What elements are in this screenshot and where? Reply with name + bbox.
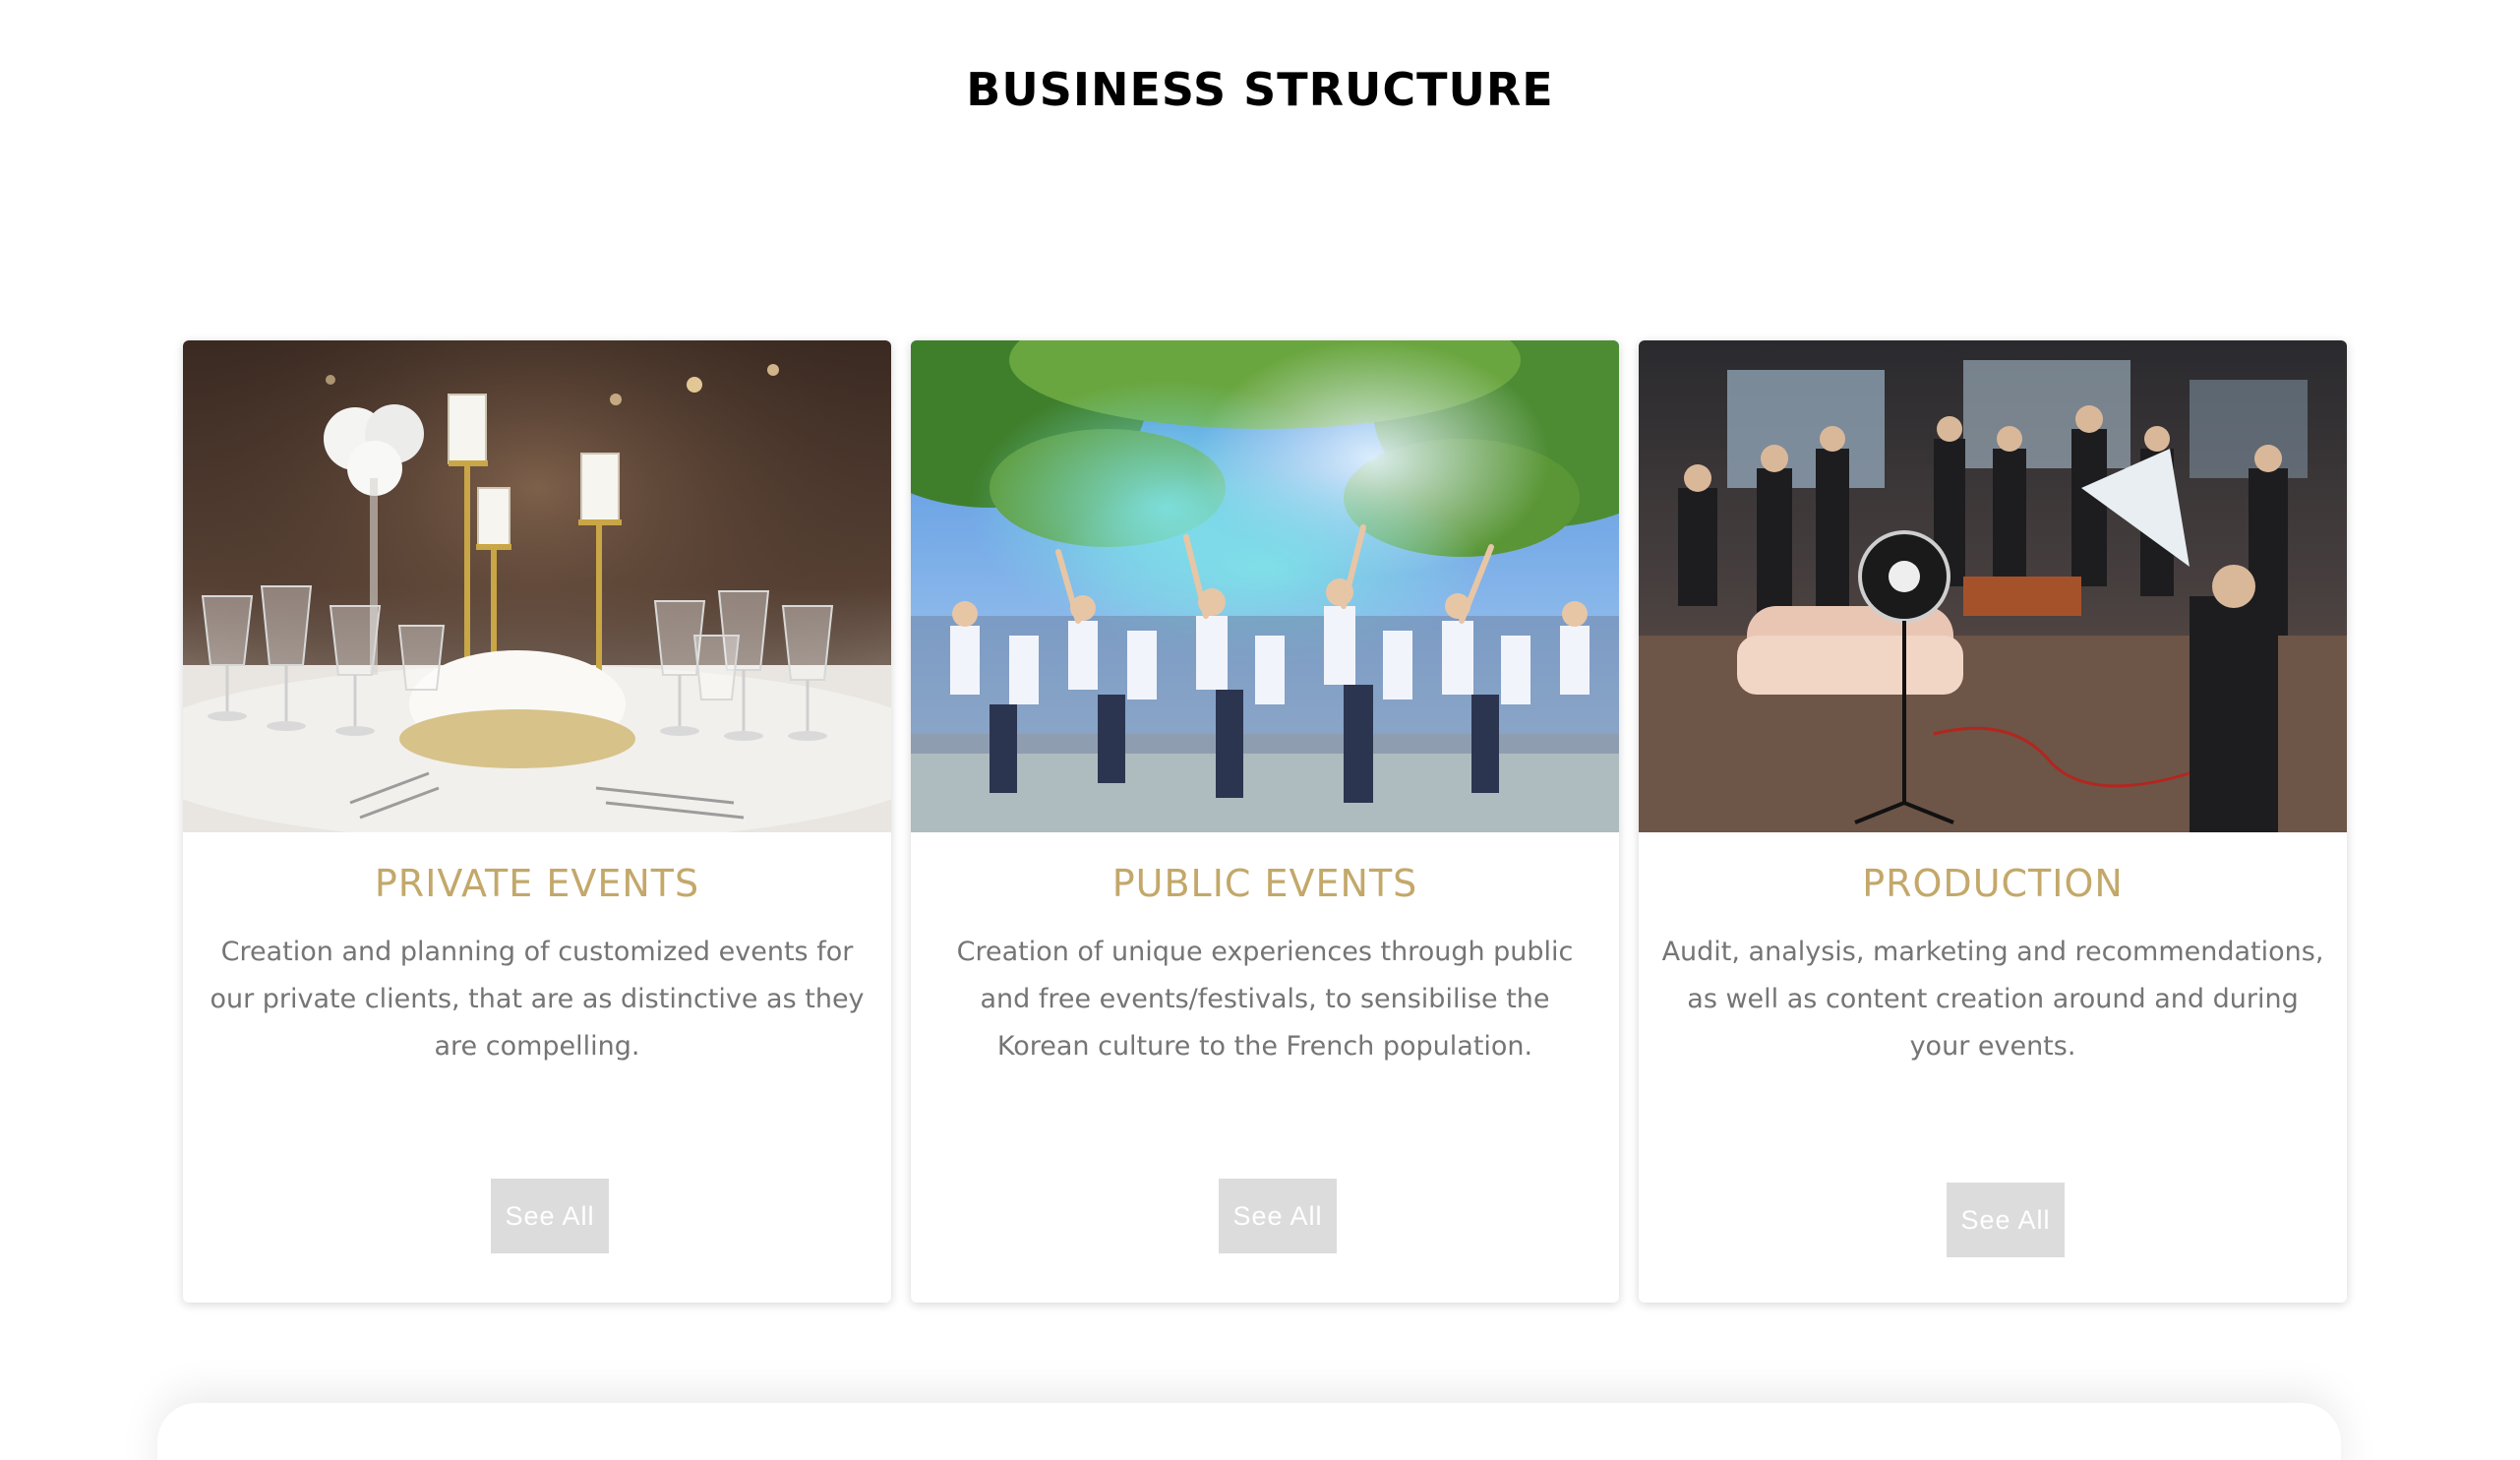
card-description: Creation of unique experiences through p… [956, 937, 1574, 1062]
see-all-button[interactable]: See All [491, 1179, 609, 1253]
see-all-button[interactable]: See All [1947, 1183, 2065, 1257]
card-description: Creation and planning of customized even… [210, 937, 865, 1062]
card-title: PRODUCTION [1862, 862, 2124, 905]
cards-grid: PRIVATE EVENTS Creation and planning of … [183, 340, 2347, 1303]
see-all-button[interactable]: See All [1219, 1179, 1337, 1253]
private-events-image [183, 340, 891, 832]
card-title: PRIVATE EVENTS [374, 862, 700, 905]
page: BUSINESS STRUCTURE PRIVATE EVENTS Creati… [0, 0, 2520, 1460]
next-section-edge [157, 1403, 2341, 1460]
card-title: PUBLIC EVENTS [1111, 862, 1418, 905]
card-private-events: PRIVATE EVENTS Creation and planning of … [183, 340, 891, 1303]
production-image [1639, 340, 2347, 832]
card-description: Audit, analysis, marketing and recommend… [1661, 937, 2324, 1062]
card-production: PRODUCTION Audit, analysis, marketing an… [1639, 340, 2347, 1303]
section-title: BUSINESS STRUCTURE [966, 63, 1554, 116]
public-events-image [911, 340, 1619, 832]
card-public-events: PUBLIC EVENTS Creation of unique experie… [911, 340, 1619, 1303]
